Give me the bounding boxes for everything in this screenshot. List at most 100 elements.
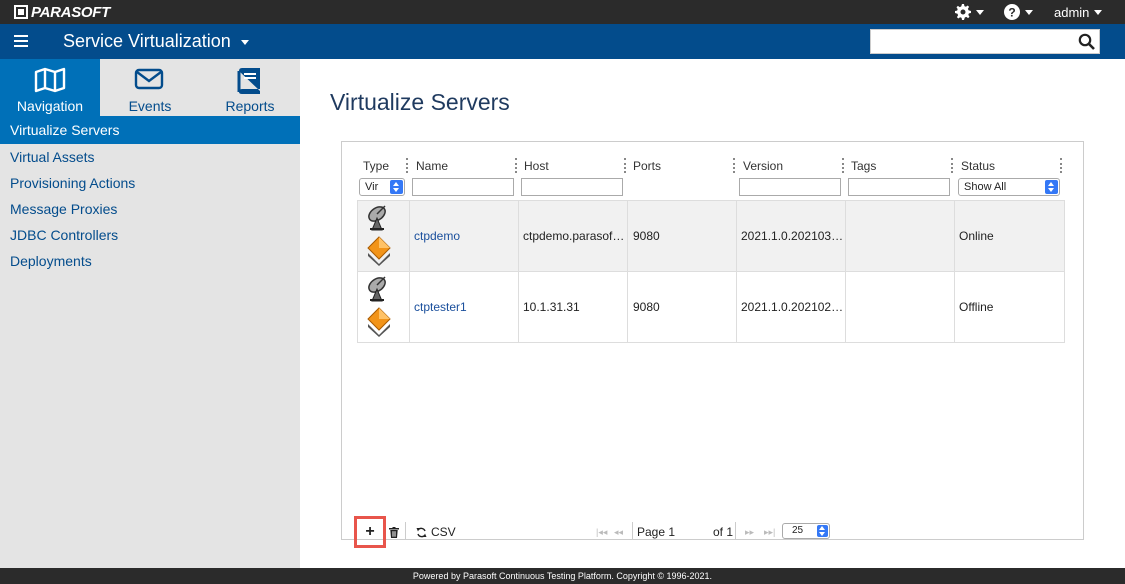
- column-divider: [736, 201, 737, 272]
- toolbar-divider: [735, 522, 736, 540]
- export-csv-button[interactable]: CSV: [431, 525, 456, 539]
- column-resize-handle[interactable]: [406, 158, 408, 173]
- sidebar-item-virtualize-servers[interactable]: Virtualize Servers: [0, 116, 300, 144]
- sidebar-item-jdbc-controllers[interactable]: JDBC Controllers: [0, 222, 300, 248]
- select-arrows-icon: [1045, 180, 1058, 194]
- server-ports: 9080: [633, 300, 660, 314]
- last-page-icon[interactable]: ▸▸|: [764, 527, 775, 538]
- chevron-down-icon: [1094, 9, 1103, 15]
- column-divider: [518, 272, 519, 343]
- filter-row: Vir Show All: [357, 177, 1065, 200]
- column-resize-handle[interactable]: [624, 158, 626, 173]
- status-filter-value: Show All: [964, 181, 1007, 193]
- main-content: Virtualize Servers Type Name Host Ports …: [300, 59, 1125, 568]
- server-dish-icon: [368, 205, 386, 231]
- servers-table: Type Name Host Ports Version Tags Status…: [357, 154, 1065, 343]
- table-row[interactable]: ctptester1 10.1.31.31 9080 2021.1.0.2021…: [357, 271, 1065, 343]
- column-divider: [518, 201, 519, 272]
- column-resize-handle[interactable]: [515, 158, 517, 173]
- help-menu[interactable]: ?: [1004, 0, 1033, 24]
- book-icon: [237, 68, 260, 94]
- server-name-link[interactable]: ctpdemo: [414, 229, 460, 243]
- table-toolbar: + CSV |◂◂ ◂◂ Page 1 of 1 ▸▸ ▸▸| 25: [354, 516, 1074, 548]
- toolbar-divider: [632, 522, 633, 540]
- server-dish-icon: [368, 276, 386, 302]
- envelope-icon: [134, 68, 164, 90]
- parasoft-logo: PARASOFT: [14, 3, 110, 21]
- row-border: [1064, 272, 1065, 343]
- app-title-dropdown[interactable]: Service Virtualization: [63, 31, 249, 52]
- row-border: [1064, 201, 1065, 272]
- column-divider: [627, 201, 628, 272]
- help-icon: ?: [1004, 4, 1020, 20]
- column-header-type[interactable]: Type: [363, 159, 389, 173]
- column-resize-handle[interactable]: [733, 158, 735, 173]
- select-arrows-icon: [817, 525, 828, 537]
- column-header-tags[interactable]: Tags: [851, 159, 876, 173]
- table-row[interactable]: ctpdemo ctpdemo.parasof… 9080 2021.1.0.2…: [357, 200, 1065, 272]
- table-bottom-border: [357, 342, 1065, 343]
- column-resize-handle[interactable]: [951, 158, 953, 173]
- search-box[interactable]: [870, 29, 1100, 54]
- column-resize-handle[interactable]: [1060, 158, 1062, 173]
- sidebar-item-message-proxies[interactable]: Message Proxies: [0, 196, 300, 222]
- tab-label: Events: [128, 98, 172, 114]
- select-arrows-icon: [390, 180, 403, 194]
- column-header-ports[interactable]: Ports: [633, 159, 661, 173]
- search-icon[interactable]: [1078, 33, 1095, 50]
- chevron-down-icon: [1025, 9, 1033, 15]
- settings-menu[interactable]: [955, 0, 984, 24]
- prev-page-icon[interactable]: ◂◂: [614, 527, 623, 538]
- menu-icon[interactable]: [14, 35, 28, 47]
- sidebar-item-provisioning-actions[interactable]: Provisioning Actions: [0, 170, 300, 196]
- trash-icon[interactable]: [389, 527, 399, 538]
- sidebar-item-virtual-assets[interactable]: Virtual Assets: [0, 144, 300, 170]
- add-server-button[interactable]: +: [354, 516, 386, 548]
- parasoft-logo-icon: [14, 5, 28, 19]
- virtual-asset-icon: [367, 236, 391, 266]
- server-status: Online: [959, 229, 994, 243]
- column-header-version[interactable]: Version: [743, 159, 783, 173]
- column-divider: [954, 272, 955, 343]
- column-header-name[interactable]: Name: [416, 159, 448, 173]
- first-page-icon[interactable]: |◂◂: [596, 527, 607, 538]
- virtual-asset-icon: [367, 307, 391, 337]
- servers-panel: Type Name Host Ports Version Tags Status…: [341, 141, 1084, 548]
- svg-text:?: ?: [1008, 6, 1015, 20]
- search-input[interactable]: [871, 30, 1071, 51]
- map-icon: [34, 67, 66, 93]
- tags-filter-input[interactable]: [848, 178, 950, 196]
- column-divider: [845, 272, 846, 343]
- sidebar-nav: Virtualize Servers Virtual Assets Provis…: [0, 116, 300, 274]
- top-bar: PARASOFT ? admin: [0, 0, 1125, 24]
- tab-reports[interactable]: Reports: [200, 59, 300, 116]
- sidebar-item-deployments[interactable]: Deployments: [0, 248, 300, 274]
- server-version: 2021.1.0.202102…: [741, 300, 844, 314]
- refresh-icon[interactable]: [416, 527, 427, 538]
- name-filter-input[interactable]: [412, 178, 514, 196]
- page-total: of 1: [713, 525, 734, 539]
- type-filter-value: Vir: [365, 181, 379, 193]
- tab-events[interactable]: Events: [100, 59, 200, 116]
- username: admin: [1054, 4, 1090, 20]
- row-border: [357, 201, 358, 272]
- page-size-value: 25: [792, 525, 804, 536]
- column-resize-handle[interactable]: [842, 158, 844, 173]
- column-header-status[interactable]: Status: [961, 159, 995, 173]
- tab-label: Navigation: [16, 98, 84, 114]
- next-page-icon[interactable]: ▸▸: [745, 527, 754, 538]
- server-name-link[interactable]: ctptester1: [414, 300, 467, 314]
- tab-navigation[interactable]: Navigation: [0, 59, 100, 116]
- page-size-select[interactable]: 25: [782, 523, 830, 539]
- version-filter-input[interactable]: [739, 178, 841, 196]
- app-title: Service Virtualization: [63, 31, 231, 51]
- column-divider: [736, 272, 737, 343]
- column-divider: [845, 201, 846, 272]
- column-divider: [627, 272, 628, 343]
- type-filter-select[interactable]: Vir: [359, 178, 405, 196]
- status-filter-select[interactable]: Show All: [958, 178, 1060, 196]
- page-label: Page 1: [637, 525, 676, 539]
- user-menu[interactable]: admin: [1054, 0, 1103, 24]
- column-header-host[interactable]: Host: [524, 159, 549, 173]
- host-filter-input[interactable]: [521, 178, 623, 196]
